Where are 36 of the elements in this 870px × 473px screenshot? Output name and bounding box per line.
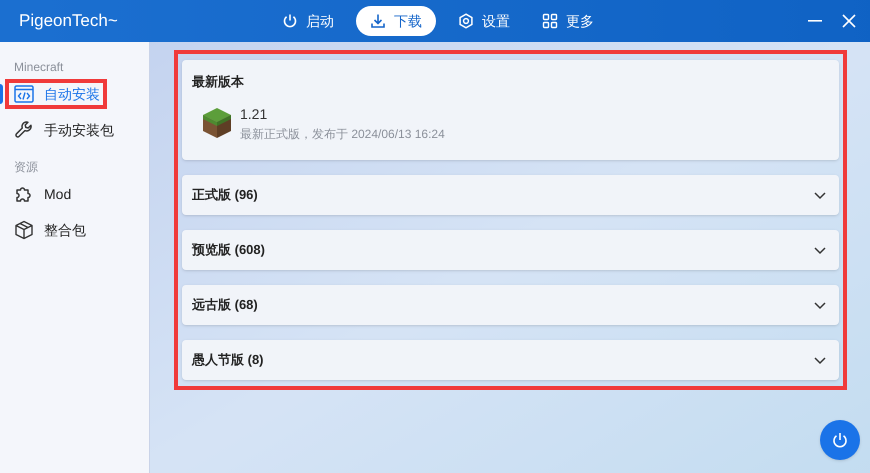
version-detail: 最新正式版，发布于 2024/06/13 16:24 — [240, 126, 445, 142]
minimize-icon[interactable] — [808, 20, 822, 22]
window-title: PigeonTech~ — [19, 10, 118, 32]
sidebar-heading: 资源 — [13, 159, 39, 176]
power-icon — [832, 432, 848, 448]
sidebar-item[interactable]: Mod — [14, 184, 72, 204]
close-icon[interactable] — [842, 14, 856, 28]
version-number: 1.21 — [240, 104, 268, 124]
version-group-header[interactable]: 愚人节版 (8) — [182, 340, 839, 380]
sidebar-item[interactable]: 自动安装 — [5, 79, 107, 109]
group-label: 远古版 (68) — [192, 296, 258, 314]
version-group-header[interactable]: 远古版 (68) — [182, 285, 839, 325]
selection-indicator — [0, 84, 3, 104]
launch-button[interactable] — [820, 420, 860, 460]
version-group-header[interactable]: 预览版 (608) — [182, 230, 839, 270]
sidebar-item[interactable]: 手动安装包 — [14, 120, 114, 140]
wrench-icon — [14, 120, 34, 140]
code-window-icon — [14, 84, 34, 104]
settings-icon — [458, 13, 474, 29]
sidebar-item[interactable]: 整合包 — [14, 220, 86, 240]
nav-tab[interactable]: 设置 — [448, 6, 520, 36]
grass-block-icon — [202, 107, 232, 139]
group-label: 愚人节版 (8) — [192, 351, 264, 370]
download-icon — [370, 13, 386, 29]
nav-tab[interactable]: 启动 — [272, 6, 344, 36]
sidebar-heading: Minecraft — [13, 59, 64, 76]
nav-tab[interactable]: 更多 — [532, 6, 604, 36]
group-label: 预览版 (608) — [192, 241, 265, 260]
group-label: 正式版 (96) — [192, 186, 258, 204]
nav-tab[interactable]: 下载 — [356, 6, 436, 36]
card-heading: 最新版本 — [192, 73, 245, 91]
grid-icon — [542, 13, 558, 29]
version-entry[interactable]: 1.21 最新正式版，发布于 2024/06/13 16:24 — [202, 104, 829, 142]
box-icon — [14, 220, 34, 240]
version-group-header[interactable]: 正式版 (96) — [182, 175, 839, 215]
power-icon — [282, 13, 298, 29]
